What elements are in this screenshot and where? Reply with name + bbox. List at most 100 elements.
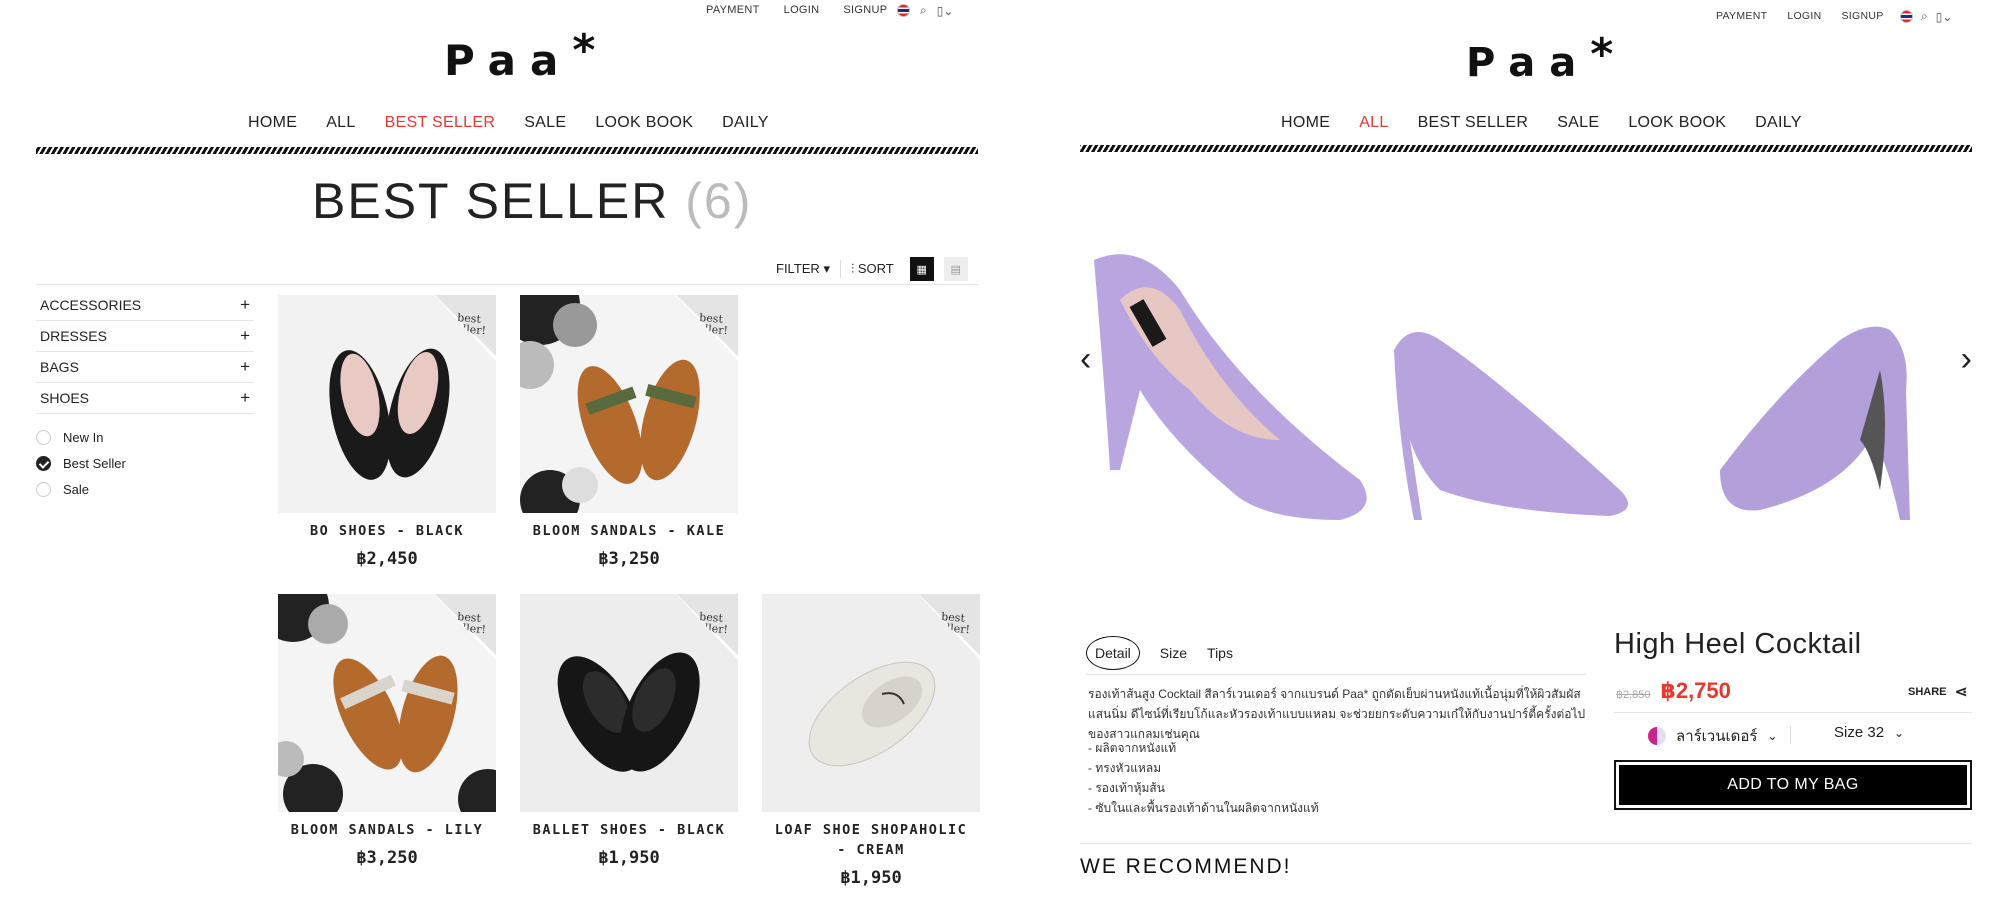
nav-best-seller[interactable]: BEST SELLER xyxy=(385,114,496,132)
product-card[interactable]: best seller! BLOOM SANDALS - KALE ฿3,250 xyxy=(520,295,738,569)
add-to-bag-button[interactable]: ADD TO MY BAG xyxy=(1614,760,1972,810)
plus-icon: + xyxy=(240,326,250,345)
payment-link[interactable]: PAYMENT xyxy=(1716,10,1767,22)
feature-item: - ซับในและพื้นรองเท้าด้านในผลิตจากหนังแท… xyxy=(1088,801,1319,815)
category-sidebar: ACCESSORIES + DRESSES + BAGS + SHOES + xyxy=(36,290,254,414)
product-image[interactable]: best seller! xyxy=(520,594,738,812)
product-card[interactable]: best seller! BLOOM SANDALS - LILY ฿3,250 xyxy=(278,594,496,868)
filter-dropdown[interactable]: FILTER ▾ xyxy=(776,261,830,277)
category-label: DRESSES xyxy=(40,328,107,344)
top-icons: ⌕ ▯⌄ xyxy=(897,3,953,18)
color-swatch xyxy=(1648,727,1666,745)
old-price: ฿2,850 xyxy=(1616,689,1651,701)
product-price: ฿1,950 xyxy=(598,848,660,868)
login-link[interactable]: LOGIN xyxy=(1787,10,1821,22)
plus-icon: + xyxy=(240,388,250,407)
nav-sale[interactable]: SALE xyxy=(1557,114,1599,132)
category-shoes[interactable]: SHOES + xyxy=(36,383,254,414)
product-name[interactable]: BLOOM SANDALS - LILY xyxy=(278,820,496,840)
toolbar-divider xyxy=(839,260,841,278)
add-to-bag-label: ADD TO MY BAG xyxy=(1619,765,1967,805)
nav-daily[interactable]: DAILY xyxy=(1755,114,1802,132)
feature-list: - ผลิตจากหนังแท้ - ทรงหัวแหลม - รองเท้าห… xyxy=(1088,738,1319,818)
product-image[interactable]: best seller! xyxy=(278,295,496,513)
bag-dropdown-icon[interactable]: ▯⌄ xyxy=(1936,10,1953,24)
sort-button[interactable]: ⫶ SORT xyxy=(851,261,894,277)
filter-label: Best Seller xyxy=(63,455,126,471)
site-logo[interactable]: Paa * xyxy=(444,25,596,86)
list-toolbar: FILTER ▾ ⫶ SORT ▦ ▤ xyxy=(776,257,968,281)
plus-icon: + xyxy=(240,357,250,376)
product-price: ฿3,250 xyxy=(598,549,660,569)
filter-new-in[interactable]: New In xyxy=(36,424,126,450)
size-label: Size 32 xyxy=(1834,724,1885,741)
payment-link[interactable]: PAYMENT xyxy=(706,4,760,16)
search-icon[interactable]: ⌕ xyxy=(920,3,927,18)
logo-star: * xyxy=(572,25,596,76)
color-select[interactable]: ลาร์เวนเดอร์ ⌄ xyxy=(1648,724,1777,748)
plus-icon: + xyxy=(240,295,250,314)
radio-icon xyxy=(36,429,51,445)
product-image[interactable]: best seller! xyxy=(278,594,496,812)
product-name[interactable]: LOAF SHOE SHOPAHOLIC - CREAM xyxy=(762,820,980,860)
product-image[interactable]: best seller! xyxy=(762,594,980,812)
category-label: ACCESSORIES xyxy=(40,297,142,313)
nav-look-book[interactable]: LOOK BOOK xyxy=(1628,114,1726,132)
page-count: (6) xyxy=(685,173,753,229)
recommend-divider xyxy=(1080,843,1972,844)
page-title: BEST SELLER (6) xyxy=(312,172,752,230)
chevron-down-icon: ⌄ xyxy=(1894,725,1905,740)
tab-size[interactable]: Size xyxy=(1160,645,1187,661)
signup-link[interactable]: SIGNUP xyxy=(843,4,887,16)
nav-best-seller[interactable]: BEST SELLER xyxy=(1418,114,1529,132)
login-link[interactable]: LOGIN xyxy=(784,4,820,16)
nav-home[interactable]: HOME xyxy=(1281,114,1330,132)
bag-dropdown-icon[interactable]: ▯⌄ xyxy=(937,4,954,18)
product-name[interactable]: BALLET SHOES - BLACK xyxy=(520,820,738,840)
price-divider xyxy=(1614,712,1972,713)
size-select[interactable]: Size 32 ⌄ xyxy=(1834,724,1904,741)
product-name[interactable]: BLOOM SANDALS - KALE xyxy=(520,521,738,541)
feature-item: - รองเท้าหุ้มส้น xyxy=(1088,781,1165,795)
nav-look-book[interactable]: LOOK BOOK xyxy=(595,114,693,132)
category-dresses[interactable]: DRESSES + xyxy=(36,321,254,352)
product-name[interactable]: BO SHOES - BLACK xyxy=(278,521,496,541)
radio-checked-icon xyxy=(36,455,51,471)
price-block: ฿2,850 ฿2,750 xyxy=(1616,678,1731,704)
shoe-illustration xyxy=(329,348,450,480)
select-divider xyxy=(1790,726,1791,744)
filter-sale[interactable]: Sale xyxy=(36,476,126,502)
category-label: SHOES xyxy=(40,390,90,406)
thai-flag-icon[interactable] xyxy=(897,4,910,17)
recommend-heading: WE RECOMMEND! xyxy=(1080,855,1292,878)
grid-view-icon[interactable]: ▦ xyxy=(909,257,934,281)
signup-link[interactable]: SIGNUP xyxy=(1842,10,1884,22)
product-card[interactable]: best seller! BO SHOES - BLACK ฿2,450 xyxy=(278,295,496,569)
nav-daily[interactable]: DAILY xyxy=(722,114,769,132)
nav-all[interactable]: ALL xyxy=(1359,114,1388,132)
feature-item: - ผลิตจากหนังแท้ xyxy=(1088,741,1177,755)
current-price: ฿2,750 xyxy=(1660,678,1731,703)
thai-flag-icon[interactable] xyxy=(1900,10,1913,23)
category-accessories[interactable]: ACCESSORIES + xyxy=(36,290,254,321)
filter-options: New In Best Seller Sale xyxy=(36,424,126,502)
nav-sale[interactable]: SALE xyxy=(524,114,566,132)
product-description: รองเท้าส้นสูง Cocktail สีลาร์เวนเดอร์ จา… xyxy=(1088,687,1586,741)
product-image[interactable]: best seller! xyxy=(520,295,738,513)
loafer-illustration xyxy=(808,661,936,767)
list-view-icon[interactable]: ▤ xyxy=(943,257,968,281)
sort-icon: ⫶ xyxy=(850,261,855,276)
product-card[interactable]: best seller! LOAF SHOE SHOPAHOLIC - CREAM… xyxy=(762,594,980,888)
product-price: ฿1,950 xyxy=(840,868,902,888)
search-icon[interactable]: ⌕ xyxy=(1921,9,1928,24)
nav-home[interactable]: HOME xyxy=(248,114,297,132)
product-card[interactable]: best seller! BALLET SHOES - BLACK ฿1,950 xyxy=(520,594,738,868)
category-bags[interactable]: BAGS + xyxy=(36,352,254,383)
nav-divider xyxy=(36,147,978,154)
filter-best-seller[interactable]: Best Seller xyxy=(36,450,126,476)
tab-tips[interactable]: Tips xyxy=(1207,645,1233,661)
site-logo[interactable]: Paa * xyxy=(1466,33,1613,87)
nav-all[interactable]: ALL xyxy=(326,114,355,132)
share-button[interactable]: SHARE ⋖ xyxy=(1908,682,1968,702)
tab-detail[interactable]: Detail xyxy=(1086,636,1140,670)
